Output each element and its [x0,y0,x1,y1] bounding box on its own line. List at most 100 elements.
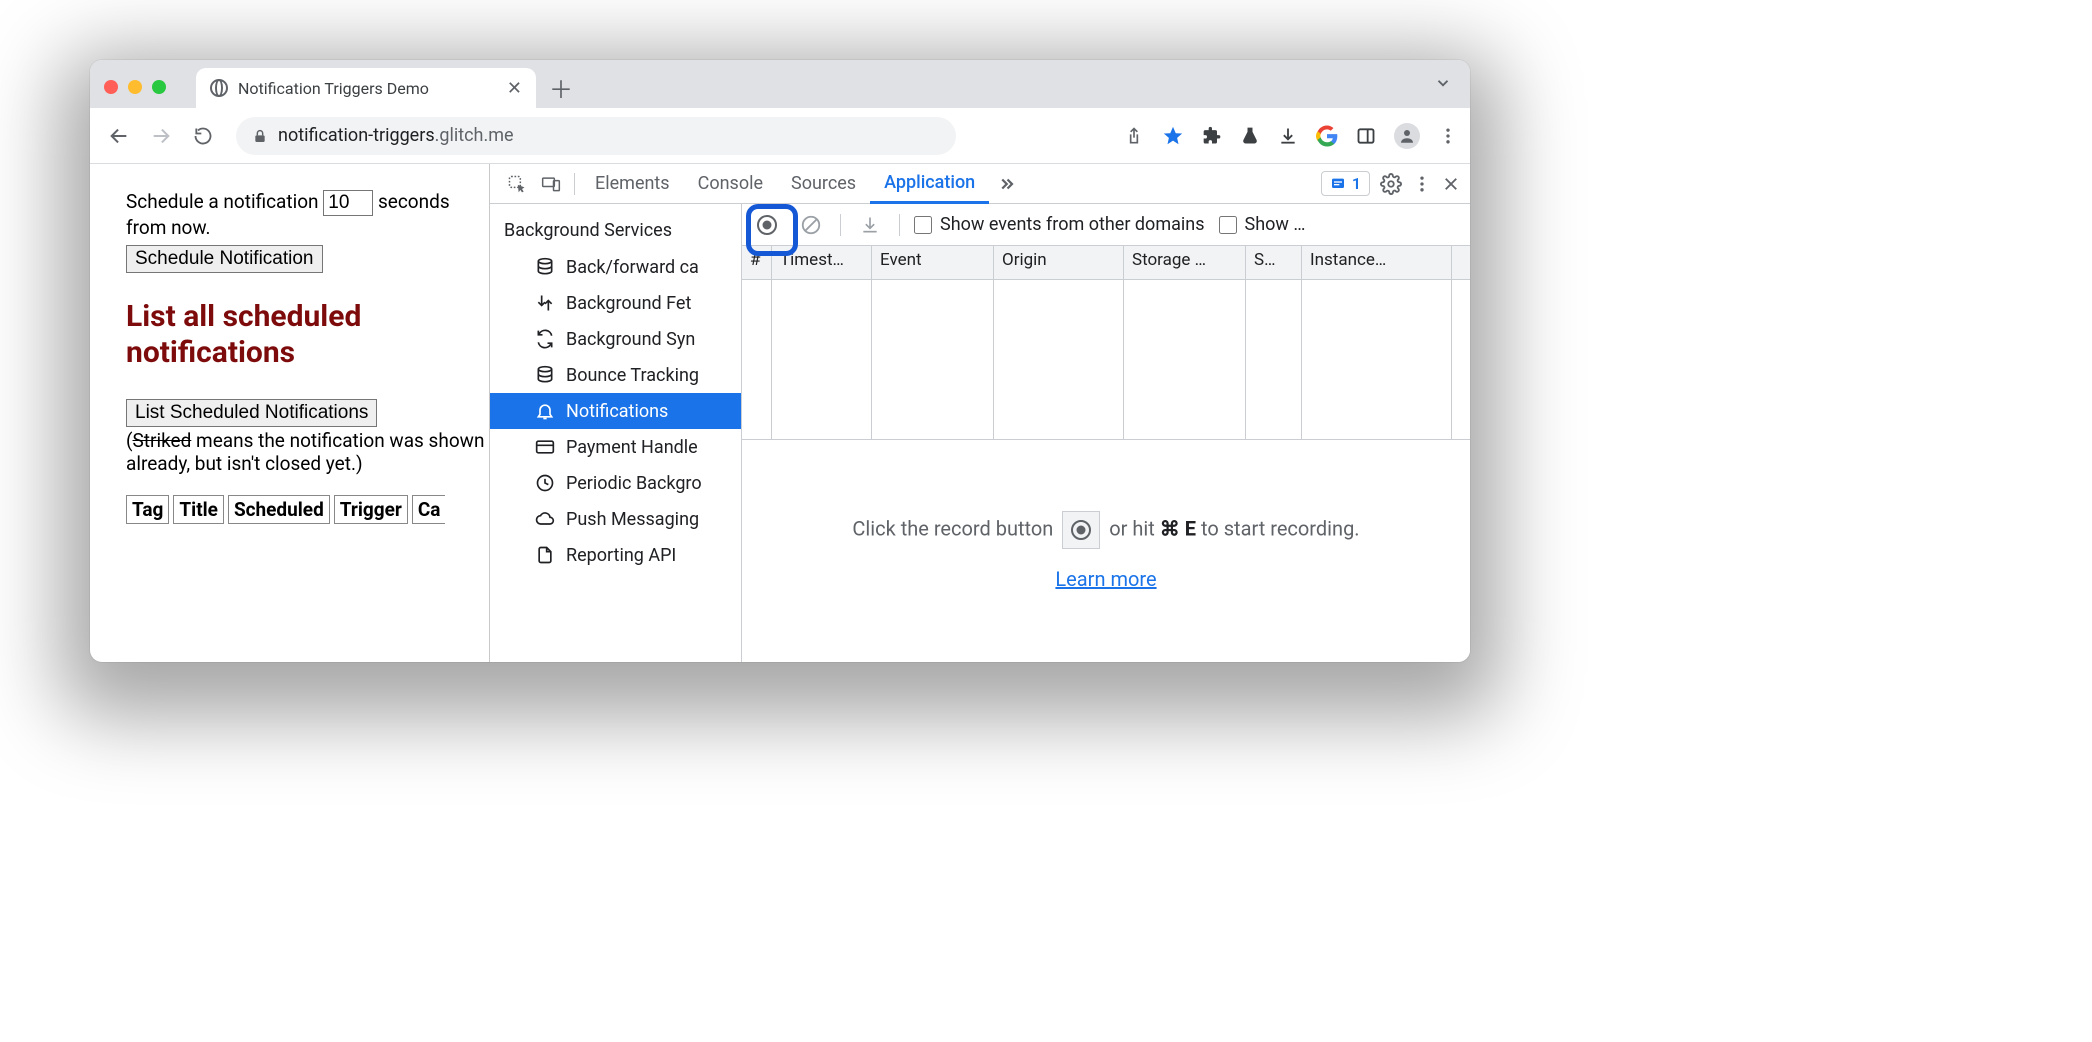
col-title: Title [173,495,224,524]
db-icon [534,365,556,385]
page-heading: List all scheduled notifications [126,299,489,371]
kebab-menu-icon[interactable] [1438,126,1458,146]
sidebar-item-notifications[interactable]: Notifications [490,393,741,429]
share-icon[interactable] [1124,126,1144,146]
tab-console[interactable]: Console [684,164,777,204]
column-header[interactable]: Timest… [772,246,872,279]
sidepanel-icon[interactable] [1356,126,1376,146]
column-body [872,280,994,439]
record-icon [1062,511,1100,549]
seconds-input[interactable] [323,190,373,216]
close-devtools-icon[interactable] [1442,175,1460,193]
settings-gear-icon[interactable] [1380,173,1402,195]
devtools-main: Show events from other domains Show … #T… [742,204,1470,662]
col-scheduled: Scheduled [228,495,330,524]
maximize-window-button[interactable] [152,80,166,94]
events-table-body [742,280,1470,440]
learn-more-link[interactable]: Learn more [1055,567,1156,591]
cloud-icon [534,509,556,529]
empty-message: Click the record button or hit ⌘ E to st… [852,511,1359,549]
sidebar-item-bounce-tracking[interactable]: Bounce Tracking [490,357,741,393]
sidebar-item-reporting-api[interactable]: Reporting API [490,537,741,573]
sidebar-item-payment-handle[interactable]: Payment Handle [490,429,741,465]
tab-sources[interactable]: Sources [777,164,870,204]
bg-services-toolbar: Show events from other domains Show … [742,204,1470,246]
record-button[interactable] [752,210,782,240]
tab-strip: Notification Triggers Demo ✕ ＋ [90,60,1470,108]
sidebar-section-title: Background Services [490,204,741,249]
sidebar-item-back-forward-ca[interactable]: Back/forward ca [490,249,741,285]
window-controls [104,80,166,94]
col-trigger: Trigger [334,495,408,524]
new-tab-button[interactable]: ＋ [544,70,578,104]
reload-button[interactable] [186,119,220,153]
close-tab-button[interactable]: ✕ [507,78,522,99]
column-header[interactable]: Storage … [1124,246,1246,279]
column-body [1302,280,1452,439]
issues-chip[interactable]: 1 [1321,171,1370,196]
labs-icon[interactable] [1240,126,1260,146]
note-text: (Striked means the notification was show… [126,429,489,475]
tabs-overflow-button[interactable] [1434,74,1452,92]
more-tabs-icon[interactable] [989,164,1023,204]
lock-icon [252,128,268,144]
tab-application[interactable]: Application [870,164,989,204]
tab-title: Notification Triggers Demo [238,79,429,98]
events-table-header: #Timest…EventOriginStorage …S…Instance… [742,246,1470,280]
column-header[interactable]: S… [1246,246,1302,279]
tab-elements[interactable]: Elements [581,164,684,204]
save-button[interactable] [855,210,885,240]
schedule-label-prefix: Schedule a notification [126,190,323,213]
address-bar[interactable]: notification-triggers.glitch.me [236,117,956,155]
url-host: notification-triggers.glitch.me [278,125,514,146]
browser-toolbar: notification-triggers.glitch.me [90,108,1470,164]
toolbar-actions [1124,123,1458,149]
devtools-kebab-icon[interactable] [1412,174,1432,194]
column-body [1124,280,1246,439]
column-body [742,280,772,439]
column-body [772,280,872,439]
schedule-button[interactable]: Schedule Notification [126,245,323,273]
web-page: Schedule a notification seconds from now… [90,164,490,662]
globe-icon [210,79,228,97]
devtools-sidebar: Background Services Back/forward caBackg… [490,204,742,662]
browser-tab[interactable]: Notification Triggers Demo ✕ [196,68,536,108]
fetch-icon [534,293,556,313]
column-header[interactable]: Origin [994,246,1124,279]
sidebar-item-periodic-backgro[interactable]: Periodic Backgro [490,465,741,501]
page-table-header: Tag Title Scheduled Trigger Ca [126,495,489,524]
card-icon [534,437,556,457]
sync-icon [534,329,556,349]
sidebar-item-background-syn[interactable]: Background Syn [490,321,741,357]
downloads-icon[interactable] [1278,126,1298,146]
profile-avatar[interactable] [1394,123,1420,149]
device-toggle-icon[interactable] [534,164,568,204]
devtools-tabstrip: Elements Console Sources Application 1 [490,164,1470,204]
minimize-window-button[interactable] [128,80,142,94]
bookmark-star-icon[interactable] [1162,125,1184,147]
clock-icon [534,473,556,493]
column-body [1246,280,1302,439]
bell-icon [534,401,556,421]
list-notifications-button[interactable]: List Scheduled Notifications [126,399,377,427]
col-ca: Ca [412,495,446,524]
extensions-icon[interactable] [1202,126,1222,146]
show-truncated-checkbox[interactable]: Show … [1219,214,1306,235]
sidebar-item-push-messaging[interactable]: Push Messaging [490,501,741,537]
sidebar-item-background-fet[interactable]: Background Fet [490,285,741,321]
column-header[interactable]: Event [872,246,994,279]
file-icon [534,545,556,565]
back-button[interactable] [102,119,136,153]
column-header[interactable]: Instance… [1302,246,1452,279]
inspect-icon[interactable] [500,164,534,204]
show-other-domains-checkbox[interactable]: Show events from other domains [914,214,1205,235]
close-window-button[interactable] [104,80,118,94]
column-header[interactable]: # [742,246,772,279]
db-icon [534,257,556,277]
clear-button[interactable] [796,210,826,240]
forward-button[interactable] [144,119,178,153]
content-area: Schedule a notification seconds from now… [90,164,1470,662]
google-icon[interactable] [1316,125,1338,147]
browser-window: Notification Triggers Demo ✕ ＋ notificat… [90,60,1470,662]
empty-state: Click the record button or hit ⌘ E to st… [742,440,1470,662]
